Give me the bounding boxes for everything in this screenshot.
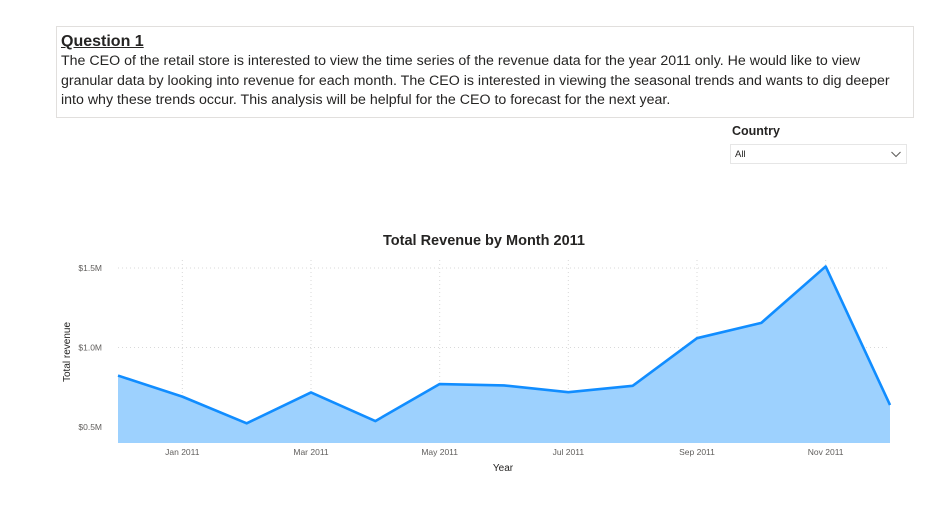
slicer-label: Country (732, 124, 780, 138)
x-tick-label: Sep 2011 (679, 447, 715, 457)
y-tick-label: $1.5M (78, 263, 102, 273)
y-axis-title: Total revenue (62, 322, 73, 382)
revenue-area-fill (118, 266, 890, 443)
y-tick-label: $0.5M (78, 422, 102, 432)
revenue-series-line (117, 265, 892, 425)
slicer-selected-value: All (735, 149, 746, 160)
chevron-down-icon[interactable] (890, 148, 902, 160)
x-tick-label: Jul 2011 (553, 447, 585, 457)
question-textbox: Question 1 The CEO of the retail store i… (56, 26, 914, 118)
y-tick-label: $1.0M (78, 343, 102, 353)
question-body: The CEO of the retail store is intereste… (61, 53, 890, 108)
question-title: Question 1 (61, 33, 144, 50)
country-dropdown[interactable]: All (730, 144, 907, 164)
x-tick-label: Mar 2011 (293, 447, 329, 457)
x-tick-label: Nov 2011 (808, 447, 844, 457)
x-tick-label: May 2011 (421, 447, 458, 457)
chart-title: Total Revenue by Month 2011 (383, 233, 585, 249)
x-axis-title: Year (493, 463, 514, 474)
x-tick-label: Jan 2011 (165, 447, 200, 457)
country-slicer: Country All (730, 124, 907, 164)
